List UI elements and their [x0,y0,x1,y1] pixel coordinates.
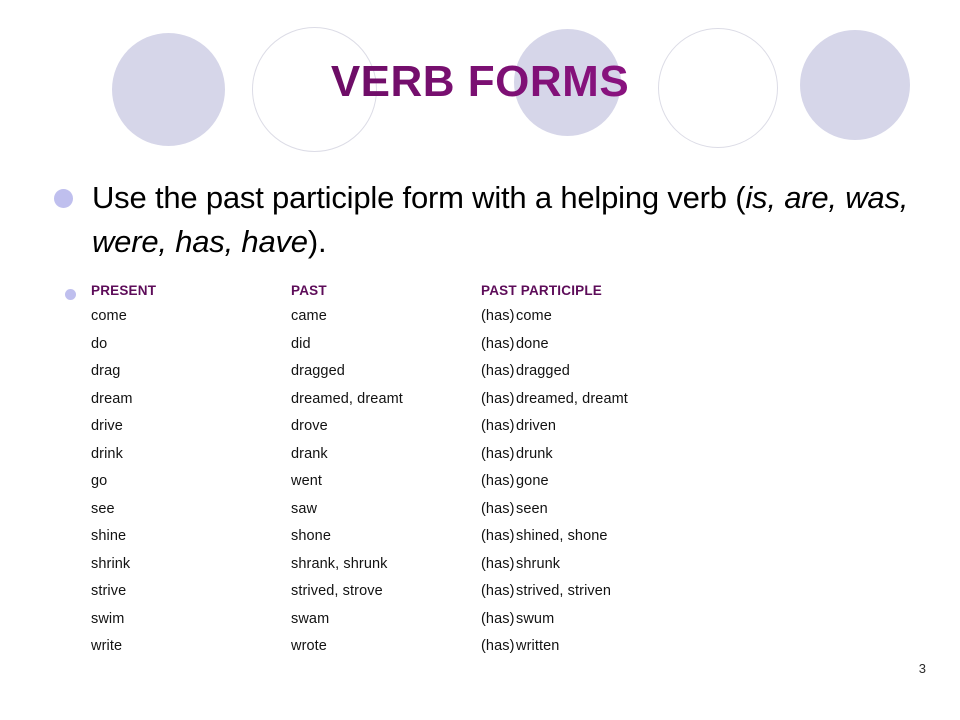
cell-past: came [291,308,327,324]
cell-past: dragged [291,363,345,379]
table-row: drag dragged (has)dragged [91,363,891,391]
participle-value: shined, shone [516,528,608,544]
has-prefix-label: (has) [481,473,515,489]
cell-present: shrink [91,555,131,572]
cell-past: drove [291,418,328,434]
participle-value: swum [516,610,555,627]
lead-text-after: ). [307,224,327,259]
cell-past: shrank, shrunk [291,555,388,572]
table-row: come came (has)come [91,308,891,336]
table-row: see saw (has)seen [91,501,891,529]
cell-past: saw [291,500,318,517]
cell-past-participle: (has)swum [481,611,891,639]
cell-past-participle: (has)written [481,638,891,666]
cell-past-participle: (has)shined, shone [481,528,891,556]
participle-value: shrunk [516,555,561,572]
column-header-present: PRESENT [91,283,157,298]
table-row: shine shone (has)shined, shone [91,528,891,556]
cell-present: drive [91,418,123,434]
table-row: write wrote (has)written [91,638,891,666]
cell-present: do [91,335,108,352]
table-row: dream dreamed, dreamt (has)dreamed, dreamt [91,391,891,419]
table-row: strive strived, strove (has)strived, striv… [91,583,891,611]
lead-bullet-block: Use the past participle form with a help… [54,176,910,264]
cell-past-participle: (has)dreamed, dreamt [481,391,891,419]
cell-present: come [91,308,127,324]
lead-text-before: Use the past participle form with a help… [92,180,746,215]
participle-value: strived, striven [516,583,612,599]
participle-value: dreamed, dreamt [516,390,628,407]
participle-value: written [516,638,560,654]
participle-value: done [516,335,549,352]
cell-past-participle: (has)dragged [481,363,891,391]
cell-past-participle: (has)strived, striven [481,583,891,611]
cell-past: wrote [291,638,327,654]
table-row: drink drank (has)drunk [91,446,891,474]
participle-value: gone [516,473,549,489]
has-prefix-label: (has) [481,500,515,517]
table-row: go went (has)gone [91,473,891,501]
cell-present: dream [91,390,133,407]
has-prefix-label: (has) [481,390,515,407]
cell-past-participle: (has)done [481,336,891,364]
cell-past: did [291,335,311,352]
table-header-row: PRESENT PAST PAST PARTICIPLE [91,283,891,308]
participle-value: dragged [516,363,570,379]
verb-forms-table-block: PRESENT PAST PAST PARTICIPLE come came (ha… [60,283,940,666]
slide-canvas: VERB FORMS Use the past participle form … [0,0,960,720]
cell-past: shone [291,528,332,544]
cell-past-participle: (has)driven [481,418,891,446]
cell-past-participle: (has)gone [481,473,891,501]
cell-present: shine [91,528,127,544]
has-prefix-label: (has) [481,308,515,324]
has-prefix-label: (has) [481,555,515,572]
has-prefix-label: (has) [481,363,515,379]
cell-present: strive [91,583,127,599]
page-number: 3 [918,661,926,676]
cell-past-participle: (has)seen [481,501,891,529]
verb-forms-table: PRESENT PAST PAST PARTICIPLE come came (ha… [91,283,891,666]
bullet-dot-icon [54,189,73,208]
cell-past: strived, strove [291,583,383,599]
lead-bullet-text: Use the past participle form with a help… [92,176,910,264]
has-prefix-label: (has) [481,335,515,352]
participle-value: come [516,308,552,324]
cell-present: go [91,473,108,489]
table-row: drive drove (has)driven [91,418,891,446]
column-header-past: PAST [291,283,327,298]
cell-past-participle: (has)shrunk [481,556,891,584]
table-row: swim swam (has)swum [91,611,891,639]
has-prefix-label: (has) [481,418,515,434]
participle-value: seen [516,500,548,517]
cell-present: drag [91,363,121,379]
table-row: shrink shrank, shrunk (has)shrunk [91,556,891,584]
has-prefix-label: (has) [481,638,515,654]
cell-past: went [291,473,323,489]
cell-past-participle: (has)drunk [481,446,891,474]
cell-present: write [91,638,123,654]
page-title: VERB FORMS [0,57,960,107]
cell-present: swim [91,610,125,627]
bullet-dot-small-icon [65,289,76,300]
cell-past: drank [291,445,328,462]
has-prefix-label: (has) [481,610,515,627]
table-row: do did (has)done [91,336,891,364]
cell-present: drink [91,445,123,462]
has-prefix-label: (has) [481,445,515,462]
has-prefix-label: (has) [481,528,515,544]
cell-past: swam [291,610,330,627]
cell-present: see [91,500,115,517]
cell-past: dreamed, dreamt [291,390,403,407]
participle-value: driven [516,418,557,434]
participle-value: drunk [516,445,553,462]
cell-past-participle: (has)come [481,308,891,336]
verb-forms-table-body: come came (has)come do did (has)done drag dragg… [91,308,891,666]
column-header-past-participle: PAST PARTICIPLE [481,283,603,298]
has-prefix-label: (has) [481,583,515,599]
